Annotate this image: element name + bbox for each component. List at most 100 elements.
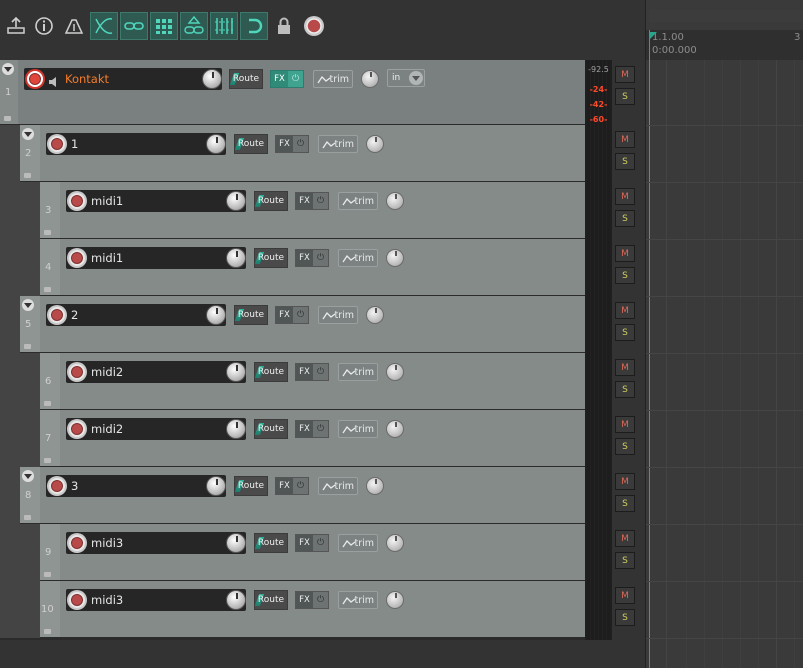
- route-button[interactable]: Route: [234, 305, 268, 325]
- folder-state-icon[interactable]: [44, 629, 51, 634]
- record-arm-button[interactable]: [47, 305, 67, 325]
- trim-button[interactable]: trim: [338, 534, 378, 552]
- ruler-region-bar[interactable]: [649, 10, 803, 22]
- ripple-edit-icon[interactable]: [180, 12, 208, 40]
- trim-button[interactable]: trim: [338, 591, 378, 609]
- fx-button[interactable]: FX ⏻: [275, 306, 309, 324]
- track-row[interactable]: 3 midi1 Route FX ⏻ trim: [40, 182, 585, 239]
- record-arm-button[interactable]: [67, 191, 87, 211]
- crossfade-toggle-icon[interactable]: [90, 12, 118, 40]
- solo-button[interactable]: S: [615, 324, 635, 341]
- trim-button[interactable]: trim: [338, 420, 378, 438]
- fx-button[interactable]: FX ⏻: [270, 70, 304, 88]
- record-arm-button[interactable]: [67, 533, 87, 553]
- record-arm-button[interactable]: [25, 69, 45, 89]
- route-button[interactable]: Route: [254, 419, 288, 439]
- fx-button[interactable]: FX ⏻: [275, 135, 309, 153]
- record-icon[interactable]: [300, 12, 328, 40]
- volume-knob[interactable]: [226, 590, 246, 610]
- solo-button[interactable]: S: [615, 552, 635, 569]
- collapse-folder-icon[interactable]: [22, 128, 34, 140]
- record-arm-button[interactable]: [67, 419, 87, 439]
- fx-button[interactable]: FX ⏻: [295, 591, 329, 609]
- route-button[interactable]: Route: [234, 476, 268, 496]
- trim-button[interactable]: trim: [338, 192, 378, 210]
- track-row[interactable]: 2 1 Route FX ⏻ trim: [20, 125, 585, 182]
- trim-button[interactable]: trim: [318, 477, 358, 495]
- pan-knob[interactable]: [386, 591, 404, 609]
- mute-button[interactable]: M: [615, 473, 635, 490]
- solo-button[interactable]: S: [615, 495, 635, 512]
- trim-button[interactable]: trim: [313, 70, 353, 88]
- mute-button[interactable]: M: [615, 359, 635, 376]
- pan-knob[interactable]: [366, 306, 384, 324]
- fx-bypass-power-icon[interactable]: ⏻: [313, 364, 328, 380]
- trim-button[interactable]: trim: [338, 249, 378, 267]
- collapse-folder-icon[interactable]: [2, 63, 14, 75]
- fx-bypass-power-icon[interactable]: ⏻: [293, 307, 308, 323]
- record-arm-button[interactable]: [67, 362, 87, 382]
- track-row[interactable]: 9 midi3 Route FX ⏻ trim: [40, 524, 585, 581]
- pan-knob[interactable]: [366, 477, 384, 495]
- record-arm-button[interactable]: [47, 476, 67, 496]
- trim-button[interactable]: trim: [318, 135, 358, 153]
- input-select-dropdown[interactable]: in: [387, 69, 425, 87]
- fx-button[interactable]: FX ⏻: [295, 363, 329, 381]
- pan-knob[interactable]: [386, 192, 404, 210]
- envelope-lock-icon[interactable]: [210, 12, 238, 40]
- route-button[interactable]: Route: [254, 533, 288, 553]
- pan-knob[interactable]: [386, 363, 404, 381]
- pan-knob[interactable]: [386, 534, 404, 552]
- metronome-tool-icon[interactable]: [2, 12, 30, 40]
- route-button[interactable]: Route: [254, 362, 288, 382]
- route-button[interactable]: Route: [254, 590, 288, 610]
- volume-knob[interactable]: [206, 305, 226, 325]
- route-button[interactable]: Route: [234, 134, 268, 154]
- folder-state-icon[interactable]: [44, 230, 51, 235]
- collapse-folder-icon[interactable]: [22, 470, 34, 482]
- solo-button[interactable]: S: [615, 210, 635, 227]
- lock-icon[interactable]: [270, 12, 298, 40]
- solo-button[interactable]: S: [615, 267, 635, 284]
- volume-knob[interactable]: [226, 362, 246, 382]
- track-row[interactable]: 5 2 Route FX ⏻ trim: [20, 296, 585, 353]
- fx-button[interactable]: FX ⏻: [275, 477, 309, 495]
- volume-knob[interactable]: [202, 69, 222, 89]
- volume-knob[interactable]: [226, 191, 246, 211]
- trim-button[interactable]: trim: [318, 306, 358, 324]
- volume-knob[interactable]: [226, 248, 246, 268]
- mute-button[interactable]: M: [615, 416, 635, 433]
- fx-bypass-power-icon[interactable]: ⏻: [293, 136, 308, 152]
- mute-button[interactable]: M: [615, 530, 635, 547]
- info-icon[interactable]: [30, 12, 58, 40]
- pan-knob[interactable]: [366, 135, 384, 153]
- route-button[interactable]: Route: [229, 69, 263, 89]
- mute-button[interactable]: M: [615, 66, 635, 83]
- record-arm-button[interactable]: [67, 590, 87, 610]
- route-button[interactable]: Route: [254, 248, 288, 268]
- fx-button[interactable]: FX ⏻: [295, 534, 329, 552]
- fx-button[interactable]: FX ⏻: [295, 420, 329, 438]
- mute-button[interactable]: M: [615, 587, 635, 604]
- fx-bypass-power-icon[interactable]: ⏻: [293, 478, 308, 494]
- trim-button[interactable]: trim: [338, 363, 378, 381]
- record-arm-button[interactable]: [67, 248, 87, 268]
- solo-button[interactable]: S: [615, 381, 635, 398]
- volume-knob[interactable]: [226, 419, 246, 439]
- mute-button[interactable]: M: [615, 188, 635, 205]
- fx-bypass-power-icon[interactable]: ⏻: [313, 193, 328, 209]
- track-row[interactable]: 8 3 Route FX ⏻ trim: [20, 467, 585, 524]
- folder-state-icon[interactable]: [44, 572, 51, 577]
- fx-bypass-power-icon[interactable]: ⏻: [313, 421, 328, 437]
- folder-state-icon[interactable]: [44, 458, 51, 463]
- solo-button[interactable]: S: [615, 609, 635, 626]
- fx-bypass-power-icon[interactable]: ⏻: [288, 71, 303, 87]
- folder-state-icon[interactable]: [44, 287, 51, 292]
- mute-button[interactable]: M: [615, 131, 635, 148]
- arrange-view[interactable]: 1.1.00 0:00.000 3: [645, 0, 803, 668]
- track-row[interactable]: 6 midi2 Route FX ⏻ trim: [40, 353, 585, 410]
- pan-knob[interactable]: [386, 249, 404, 267]
- pan-knob[interactable]: [361, 70, 379, 88]
- fx-button[interactable]: FX ⏻: [295, 249, 329, 267]
- folder-state-icon[interactable]: [24, 173, 31, 178]
